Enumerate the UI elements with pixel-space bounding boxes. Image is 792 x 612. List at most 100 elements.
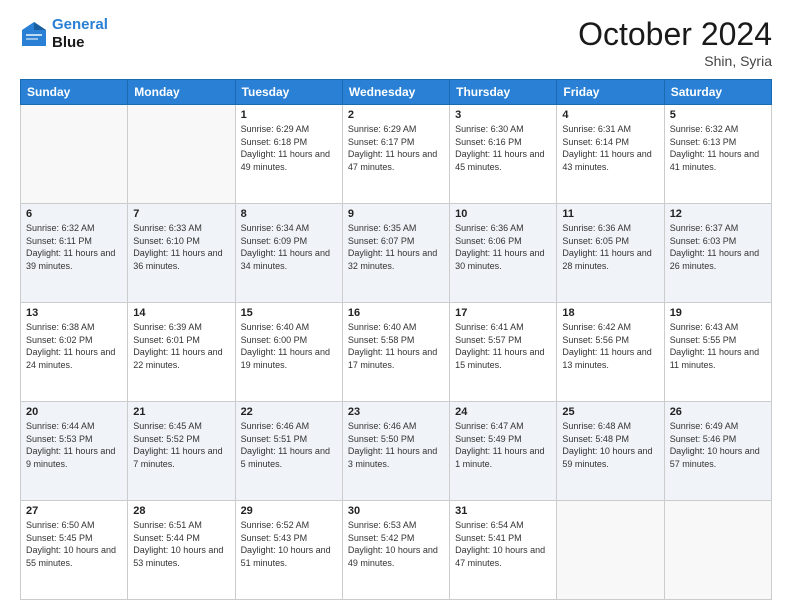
- calendar-cell: 17Sunrise: 6:41 AM Sunset: 5:57 PM Dayli…: [450, 303, 557, 402]
- calendar-cell: 23 Sunrise: 6:46 AM Sunset: 5:50 PM Dayli…: [342, 402, 449, 501]
- calendar-cell: 15 Sunrise: 6:40 AM Sunset: 6:00 PM Dayli…: [235, 303, 342, 402]
- calendar-cell: [557, 501, 664, 600]
- month-title: October 2024: [578, 16, 772, 53]
- calendar-cell: 3 Sunrise: 6:30 AM Sunset: 6:16 PM Daylig…: [450, 105, 557, 204]
- day-number: 8: [241, 208, 337, 220]
- day-content: Sunrise: 6:33 AM Sunset: 6:10 PM Dayligh…: [133, 222, 229, 272]
- day-number: 1: [241, 109, 337, 121]
- day-number: 26: [670, 406, 766, 418]
- day-number: 25: [562, 406, 658, 418]
- day-number: 9: [348, 208, 444, 220]
- day-content: Sunrise: 6:54 AM Sunset: 5:41 PM Dayligh…: [455, 519, 551, 569]
- day-content: Sunrise: 6:49 AM Sunset: 5:46 PM Dayligh…: [670, 420, 766, 470]
- calendar-cell: 2 Sunrise: 6:29 AM Sunset: 6:17 PM Daylig…: [342, 105, 449, 204]
- calendar-cell: 22 Sunrise: 6:46 AM Sunset: 5:51 PM Dayli…: [235, 402, 342, 501]
- day-content: Sunrise: 6:35 AM Sunset: 6:07 PM Dayligh…: [348, 222, 444, 272]
- calendar-week-row: 13 Sunrise: 6:38 AM Sunset: 6:02 PM Dayli…: [21, 303, 772, 402]
- logo: General Blue: [20, 16, 108, 52]
- calendar-cell: 30Sunrise: 6:53 AM Sunset: 5:42 PM Dayli…: [342, 501, 449, 600]
- day-number: 2: [348, 109, 444, 121]
- day-number: 4: [562, 109, 658, 121]
- day-content: Sunrise: 6:29 AM Sunset: 6:17 PM Dayligh…: [348, 123, 444, 173]
- day-content: Sunrise: 6:39 AM Sunset: 6:01 PM Dayligh…: [133, 321, 229, 371]
- calendar-cell: 21 Sunrise: 6:45 AM Sunset: 5:52 PM Dayli…: [128, 402, 235, 501]
- day-content: Sunrise: 6:46 AM Sunset: 5:51 PM Dayligh…: [241, 420, 337, 470]
- day-content: Sunrise: 6:46 AM Sunset: 5:50 PM Dayligh…: [348, 420, 444, 470]
- day-content: Sunrise: 6:40 AM Sunset: 6:00 PM Dayligh…: [241, 321, 337, 371]
- page: General Blue October 2024 Shin, Syria Su…: [0, 0, 792, 612]
- calendar-cell: 14 Sunrise: 6:39 AM Sunset: 6:01 PM Dayli…: [128, 303, 235, 402]
- day-content: Sunrise: 6:40 AM Sunset: 5:58 PM Dayligh…: [348, 321, 444, 371]
- day-number: 3: [455, 109, 551, 121]
- calendar-cell: 5Sunrise: 6:32 AM Sunset: 6:13 PM Daylig…: [664, 105, 771, 204]
- logo-icon: [20, 20, 48, 48]
- calendar-cell: 24 Sunrise: 6:47 AM Sunset: 5:49 PM Dayli…: [450, 402, 557, 501]
- day-content: Sunrise: 6:30 AM Sunset: 6:16 PM Dayligh…: [455, 123, 551, 173]
- calendar-cell: 28 Sunrise: 6:51 AM Sunset: 5:44 PM Dayli…: [128, 501, 235, 600]
- day-number: 21: [133, 406, 229, 418]
- day-content: Sunrise: 6:29 AM Sunset: 6:18 PM Dayligh…: [241, 123, 337, 173]
- calendar-cell: 16 Sunrise: 6:40 AM Sunset: 5:58 PM Dayli…: [342, 303, 449, 402]
- weekday-header-friday: Friday: [557, 80, 664, 105]
- calendar-cell: 11 Sunrise: 6:36 AM Sunset: 6:05 PM Dayli…: [557, 204, 664, 303]
- day-number: 28: [133, 505, 229, 517]
- weekday-header-tuesday: Tuesday: [235, 80, 342, 105]
- weekday-header-monday: Monday: [128, 80, 235, 105]
- calendar-week-row: 6 Sunrise: 6:32 AM Sunset: 6:11 PM Daylig…: [21, 204, 772, 303]
- calendar-week-row: 27 Sunrise: 6:50 AM Sunset: 5:45 PM Dayli…: [21, 501, 772, 600]
- day-content: Sunrise: 6:31 AM Sunset: 6:14 PM Dayligh…: [562, 123, 658, 173]
- calendar-cell: [21, 105, 128, 204]
- day-content: Sunrise: 6:47 AM Sunset: 5:49 PM Dayligh…: [455, 420, 551, 470]
- logo-text: General Blue: [52, 16, 108, 52]
- day-number: 15: [241, 307, 337, 319]
- day-content: Sunrise: 6:32 AM Sunset: 6:11 PM Dayligh…: [26, 222, 122, 272]
- day-number: 5: [670, 109, 766, 121]
- calendar-cell: 19Sunrise: 6:43 AM Sunset: 5:55 PM Dayli…: [664, 303, 771, 402]
- day-number: 14: [133, 307, 229, 319]
- header: General Blue October 2024 Shin, Syria: [20, 16, 772, 69]
- day-number: 12: [670, 208, 766, 220]
- day-content: Sunrise: 6:51 AM Sunset: 5:44 PM Dayligh…: [133, 519, 229, 569]
- calendar-cell: [128, 105, 235, 204]
- calendar-week-row: 1 Sunrise: 6:29 AM Sunset: 6:18 PM Daylig…: [21, 105, 772, 204]
- day-number: 16: [348, 307, 444, 319]
- calendar-cell: 27 Sunrise: 6:50 AM Sunset: 5:45 PM Dayli…: [21, 501, 128, 600]
- day-number: 27: [26, 505, 122, 517]
- day-content: Sunrise: 6:52 AM Sunset: 5:43 PM Dayligh…: [241, 519, 337, 569]
- calendar-cell: 7 Sunrise: 6:33 AM Sunset: 6:10 PM Daylig…: [128, 204, 235, 303]
- calendar-week-row: 20Sunrise: 6:44 AM Sunset: 5:53 PM Dayli…: [21, 402, 772, 501]
- day-number: 7: [133, 208, 229, 220]
- day-number: 19: [670, 307, 766, 319]
- day-number: 24: [455, 406, 551, 418]
- calendar-cell: 18Sunrise: 6:42 AM Sunset: 5:56 PM Dayli…: [557, 303, 664, 402]
- day-number: 11: [562, 208, 658, 220]
- day-number: 30: [348, 505, 444, 517]
- day-content: Sunrise: 6:38 AM Sunset: 6:02 PM Dayligh…: [26, 321, 122, 371]
- day-content: Sunrise: 6:34 AM Sunset: 6:09 PM Dayligh…: [241, 222, 337, 272]
- calendar-cell: 9 Sunrise: 6:35 AM Sunset: 6:07 PM Daylig…: [342, 204, 449, 303]
- calendar-cell: 13 Sunrise: 6:38 AM Sunset: 6:02 PM Dayli…: [21, 303, 128, 402]
- calendar-cell: [664, 501, 771, 600]
- day-content: Sunrise: 6:48 AM Sunset: 5:48 PM Dayligh…: [562, 420, 658, 470]
- day-number: 29: [241, 505, 337, 517]
- weekday-header-saturday: Saturday: [664, 80, 771, 105]
- day-number: 6: [26, 208, 122, 220]
- calendar-cell: 31 Sunrise: 6:54 AM Sunset: 5:41 PM Dayli…: [450, 501, 557, 600]
- day-content: Sunrise: 6:50 AM Sunset: 5:45 PM Dayligh…: [26, 519, 122, 569]
- weekday-header-row: SundayMondayTuesdayWednesdayThursdayFrid…: [21, 80, 772, 105]
- day-number: 17: [455, 307, 551, 319]
- calendar-cell: 10Sunrise: 6:36 AM Sunset: 6:06 PM Dayli…: [450, 204, 557, 303]
- calendar-cell: 4 Sunrise: 6:31 AM Sunset: 6:14 PM Daylig…: [557, 105, 664, 204]
- day-content: Sunrise: 6:36 AM Sunset: 6:05 PM Dayligh…: [562, 222, 658, 272]
- calendar-cell: 1 Sunrise: 6:29 AM Sunset: 6:18 PM Daylig…: [235, 105, 342, 204]
- day-number: 31: [455, 505, 551, 517]
- calendar-cell: 8 Sunrise: 6:34 AM Sunset: 6:09 PM Daylig…: [235, 204, 342, 303]
- day-number: 22: [241, 406, 337, 418]
- calendar-table: SundayMondayTuesdayWednesdayThursdayFrid…: [20, 79, 772, 600]
- day-content: Sunrise: 6:37 AM Sunset: 6:03 PM Dayligh…: [670, 222, 766, 272]
- day-number: 13: [26, 307, 122, 319]
- day-content: Sunrise: 6:45 AM Sunset: 5:52 PM Dayligh…: [133, 420, 229, 470]
- day-number: 23: [348, 406, 444, 418]
- day-number: 20: [26, 406, 122, 418]
- weekday-header-thursday: Thursday: [450, 80, 557, 105]
